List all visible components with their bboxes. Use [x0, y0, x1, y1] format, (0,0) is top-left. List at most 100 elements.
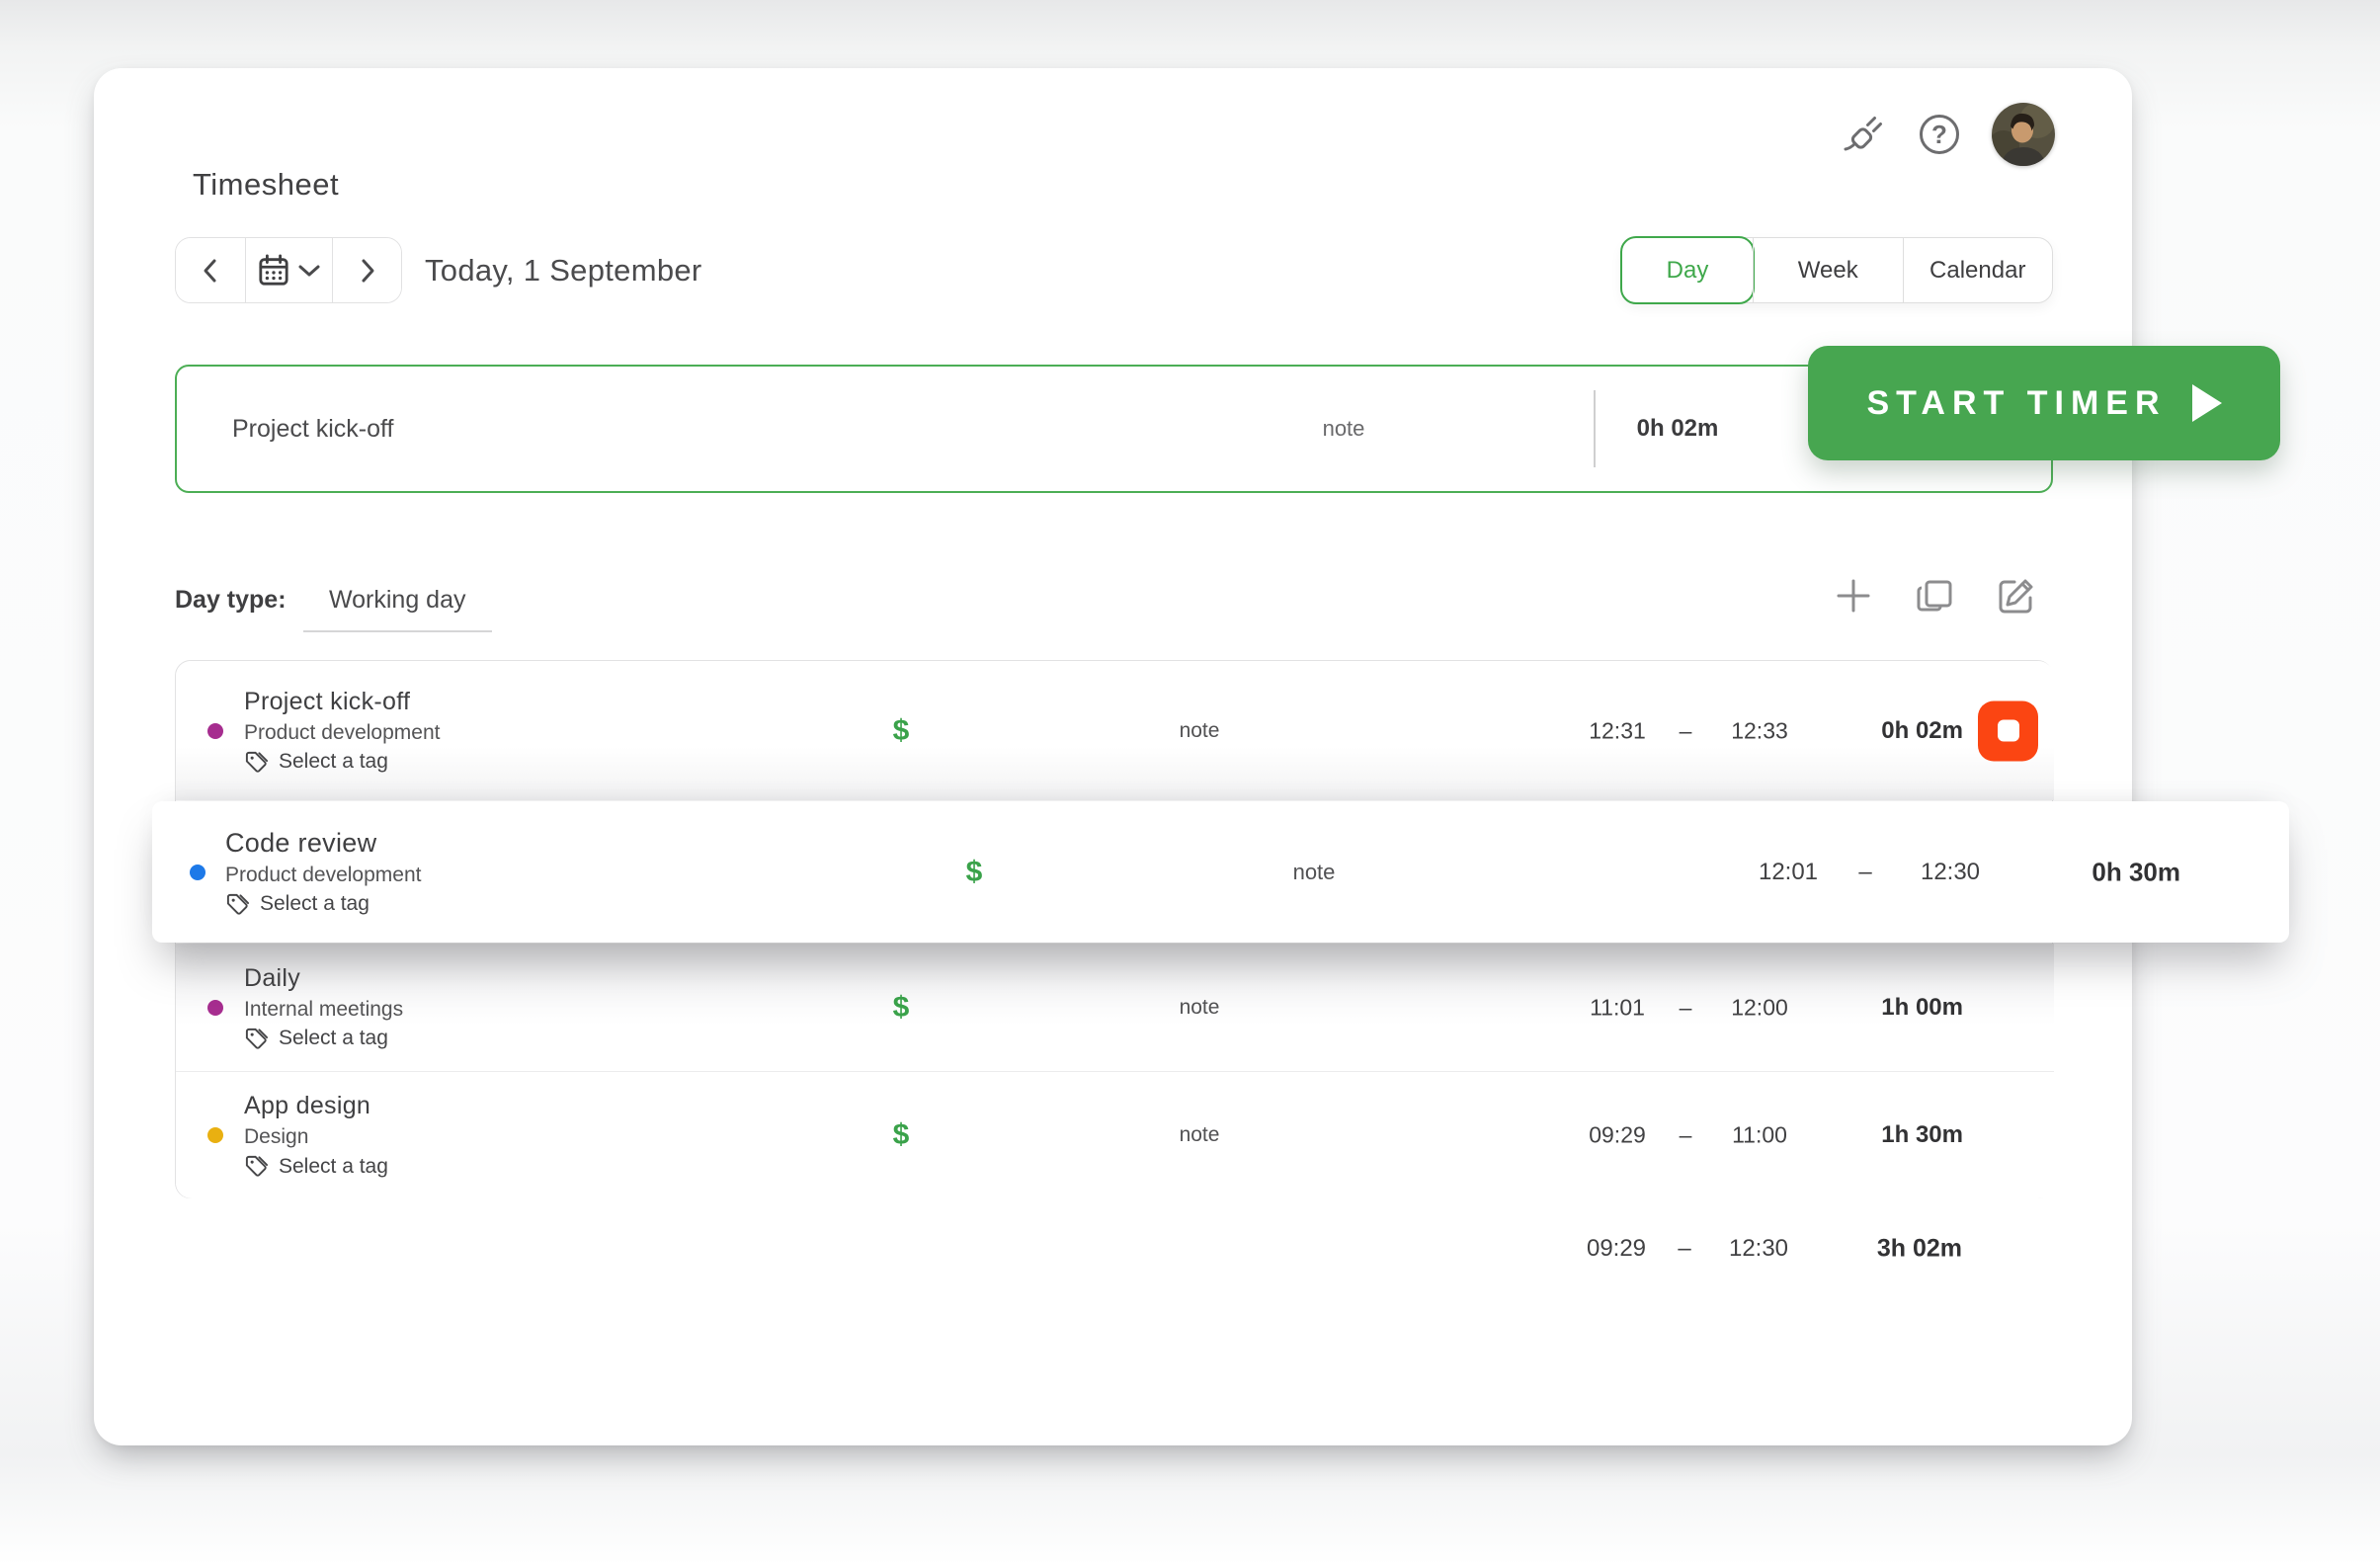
date-picker-button[interactable] [245, 238, 332, 302]
entry-project: Product development [225, 864, 421, 887]
stop-icon [1998, 720, 2019, 742]
billable-toggle[interactable]: $ [893, 991, 910, 1025]
user-avatar[interactable] [1992, 103, 2055, 166]
chevron-down-icon [297, 263, 321, 279]
day-total-row: 09:29 – 12:30 3h 02m [175, 1219, 2053, 1278]
tag-icon [244, 1154, 269, 1179]
entry-row-code-review-dragged[interactable]: Code review Product development Select a… [152, 801, 2289, 943]
end-time[interactable]: 12:00 [1731, 994, 1788, 1021]
tab-day[interactable]: Day [1620, 236, 1755, 304]
timer-elapsed-time: 0h 02m [1637, 367, 1719, 491]
user-photo [1992, 103, 2055, 166]
tab-calendar[interactable]: Calendar [1903, 238, 2053, 302]
start-time[interactable]: 12:01 [1759, 859, 1818, 886]
day-type-select[interactable]: Working day [303, 586, 492, 632]
project-color-dot [207, 723, 223, 739]
next-day-button[interactable] [332, 238, 401, 302]
time-separator: – [1680, 1122, 1692, 1149]
start-time[interactable]: 12:31 [1589, 717, 1646, 744]
total-duration: 3h 02m [1877, 1235, 1962, 1264]
timer-note-input[interactable]: note [1323, 367, 1365, 491]
plus-icon [1833, 575, 1874, 617]
view-toggle: Day Week Calendar [1621, 237, 2053, 303]
entry-row-app-design[interactable]: App design Design Select a tag $ [176, 1071, 2054, 1198]
divider [1594, 390, 1596, 467]
billable-toggle[interactable]: $ [893, 714, 910, 748]
project-color-dot [207, 1127, 223, 1143]
main-card: Timesheet ? [94, 68, 2132, 1445]
timer-task-input[interactable]: Project kick-off [232, 367, 393, 491]
project-color-dot [190, 865, 205, 880]
day-type-label: Day type: [175, 586, 287, 615]
entry-duration: 0h 02m [1881, 717, 1963, 745]
entry-text: Project kick-off Product development Sel… [244, 688, 440, 775]
select-tag-label: Select a tag [260, 892, 369, 916]
tag-icon [225, 892, 250, 917]
select-tag-button[interactable]: Select a tag [244, 1154, 388, 1179]
end-time[interactable]: 12:33 [1731, 717, 1788, 744]
header-icons: ? [1842, 102, 2055, 167]
chevron-right-icon [357, 256, 378, 286]
entry-note-input[interactable]: note [1180, 996, 1220, 1020]
tag-icon [244, 1027, 269, 1051]
entry-row-daily[interactable]: Daily Internal meetings Select a tag [176, 944, 2054, 1071]
page-title: Timesheet [193, 167, 339, 203]
entry-title: App design [244, 1092, 388, 1120]
entry-row-project-kickoff[interactable]: Project kick-off Product development Sel… [176, 661, 2054, 800]
entry-title: Project kick-off [244, 688, 440, 716]
entry-text: Daily Internal meetings Select a tag [244, 964, 403, 1051]
stop-timer-button[interactable] [1978, 700, 2038, 761]
chevron-left-icon [200, 256, 221, 286]
project-color-dot [207, 1000, 223, 1016]
entry-text: Code review Product development Select a… [225, 828, 421, 917]
end-time[interactable]: 12:30 [1921, 859, 1980, 886]
billable-toggle[interactable]: $ [966, 856, 983, 889]
start-timer-button[interactable]: START TIMER [1808, 346, 2280, 460]
entry-note-input[interactable]: note [1293, 860, 1336, 885]
copy-entries-button[interactable] [1913, 574, 1956, 618]
integrations-button[interactable] [1842, 112, 1887, 157]
time-separator: – [1680, 994, 1692, 1021]
select-tag-button[interactable]: Select a tag [244, 750, 440, 775]
entry-duration: 1h 00m [1881, 994, 1963, 1022]
entry-note-input[interactable]: note [1180, 719, 1220, 743]
question-circle-icon: ? [1920, 115, 1959, 154]
timesheet-app: Timesheet ? [0, 0, 2380, 1565]
entry-text: App design Design Select a tag [244, 1092, 388, 1179]
edit-entries-button[interactable] [1994, 574, 2037, 618]
entry-duration: 0h 30m [2092, 857, 2180, 887]
end-time[interactable]: 11:00 [1732, 1122, 1787, 1149]
billable-toggle[interactable]: $ [893, 1118, 910, 1152]
current-date-label: Today, 1 September [425, 237, 702, 303]
entry-project: Product development [244, 721, 440, 745]
start-time[interactable]: 09:29 [1589, 1122, 1646, 1149]
start-time[interactable]: 11:01 [1590, 994, 1645, 1021]
time-separator: – [1680, 717, 1692, 744]
select-tag-label: Select a tag [279, 1027, 388, 1050]
total-start-time: 09:29 [1587, 1235, 1646, 1263]
select-tag-button[interactable]: Select a tag [244, 1027, 403, 1051]
start-timer-label: START TIMER [1866, 384, 2166, 423]
select-tag-label: Select a tag [279, 1155, 388, 1179]
tab-week[interactable]: Week [1753, 238, 1903, 302]
entry-note-input[interactable]: note [1180, 1123, 1220, 1147]
timer-entry-bar: Project kick-off note 0h 02m [175, 365, 2053, 493]
edit-icon [1994, 574, 2037, 618]
help-button[interactable]: ? [1917, 112, 1962, 157]
entry-title: Daily [244, 964, 403, 993]
entry-project: Internal meetings [244, 998, 403, 1022]
date-navigation [175, 237, 402, 303]
calendar-icon [258, 254, 289, 288]
previous-day-button[interactable] [176, 238, 245, 302]
add-entry-button[interactable] [1832, 574, 1875, 618]
copy-icon [1914, 575, 1955, 617]
plug-icon [1841, 111, 1888, 158]
time-separator: – [1678, 1235, 1690, 1263]
play-icon [2192, 384, 2222, 422]
entry-actions [1832, 574, 2037, 618]
time-separator: – [1858, 859, 1871, 886]
select-tag-button[interactable]: Select a tag [225, 892, 421, 917]
entry-project: Design [244, 1125, 388, 1149]
select-tag-label: Select a tag [279, 750, 388, 774]
entry-duration: 1h 30m [1881, 1121, 1963, 1149]
